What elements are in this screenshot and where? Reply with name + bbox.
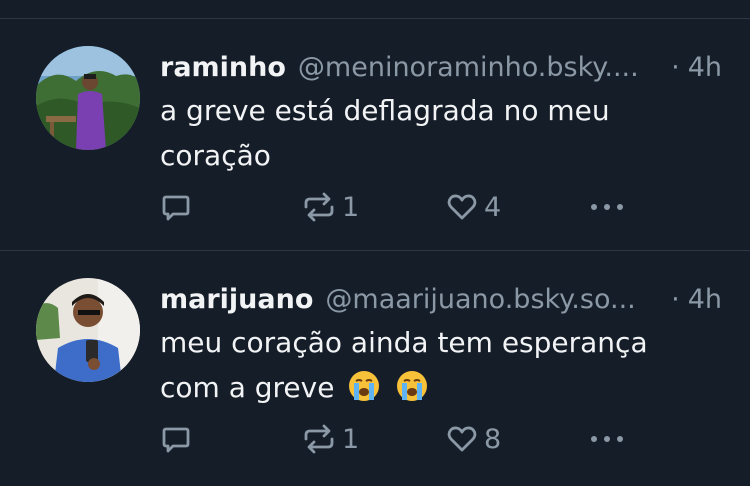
heart-icon [447,426,477,452]
repost-arrows-icon [304,424,334,454]
post-raminho[interactable]: raminho @meninoraminho.bsky.... · 4h a g… [0,40,750,250]
like-button[interactable]: 4 [446,189,501,225]
post-text-line: com a greve [160,371,335,404]
heart-icon [447,194,477,220]
post-text-line-with-emoji: com a greve 😭 😭 [160,365,720,410]
author-handle[interactable]: @maarijuano.bsky.so... [325,284,657,315]
author-handle[interactable]: @meninoraminho.bsky.... [298,52,657,83]
post-actions: 1 4 [160,189,640,225]
avatar-photo-icon [36,46,140,150]
repost-count: 1 [342,423,360,455]
repost-button[interactable]: 1 [302,421,359,457]
repost-arrows-icon [304,192,334,222]
ellipsis-icon [591,204,623,210]
like-count: 8 [484,423,502,455]
post-text-line: coração [160,139,271,172]
top-divider [0,18,750,19]
loudly-crying-face-icon: 😭 [348,370,380,402]
repost-button[interactable]: 1 [302,189,359,225]
repost-count: 1 [342,191,360,223]
like-button[interactable]: 8 [446,421,501,457]
post-divider [0,250,750,251]
ellipsis-icon [591,436,623,442]
post-header: raminho @meninoraminho.bsky.... · 4h [160,52,722,92]
speech-bubble-icon [162,427,190,453]
timestamp[interactable]: 4h [688,284,722,315]
post-header: marijuano @maarijuano.bsky.so... · 4h [160,284,722,324]
like-count: 4 [484,191,502,223]
author-name[interactable]: raminho [160,52,286,83]
timestamp[interactable]: 4h [688,52,722,83]
post-text-line: meu coração ainda tem esperança [160,326,648,359]
avatar[interactable] [36,46,140,150]
post-text: a greve está deflagrada no meu coração [160,88,720,178]
reply-button[interactable] [160,189,192,225]
post-text-line: a greve está deflagrada no meu [160,94,610,127]
reply-button[interactable] [160,421,192,457]
avatar[interactable] [36,278,140,382]
dot-separator: · [671,52,680,83]
post-marijuano[interactable]: marijuano @maarijuano.bsky.so... · 4h me… [0,272,750,486]
author-name[interactable]: marijuano [160,284,313,315]
more-options-button[interactable] [588,189,626,225]
loudly-crying-face-icon: 😭 [396,370,428,402]
dot-separator: · [671,284,680,315]
post-actions: 1 8 [160,421,640,457]
post-text: meu coração ainda tem esperança com a gr… [160,320,720,410]
speech-bubble-icon [162,195,190,221]
more-options-button[interactable] [588,421,626,457]
avatar-photo-icon [36,278,140,382]
